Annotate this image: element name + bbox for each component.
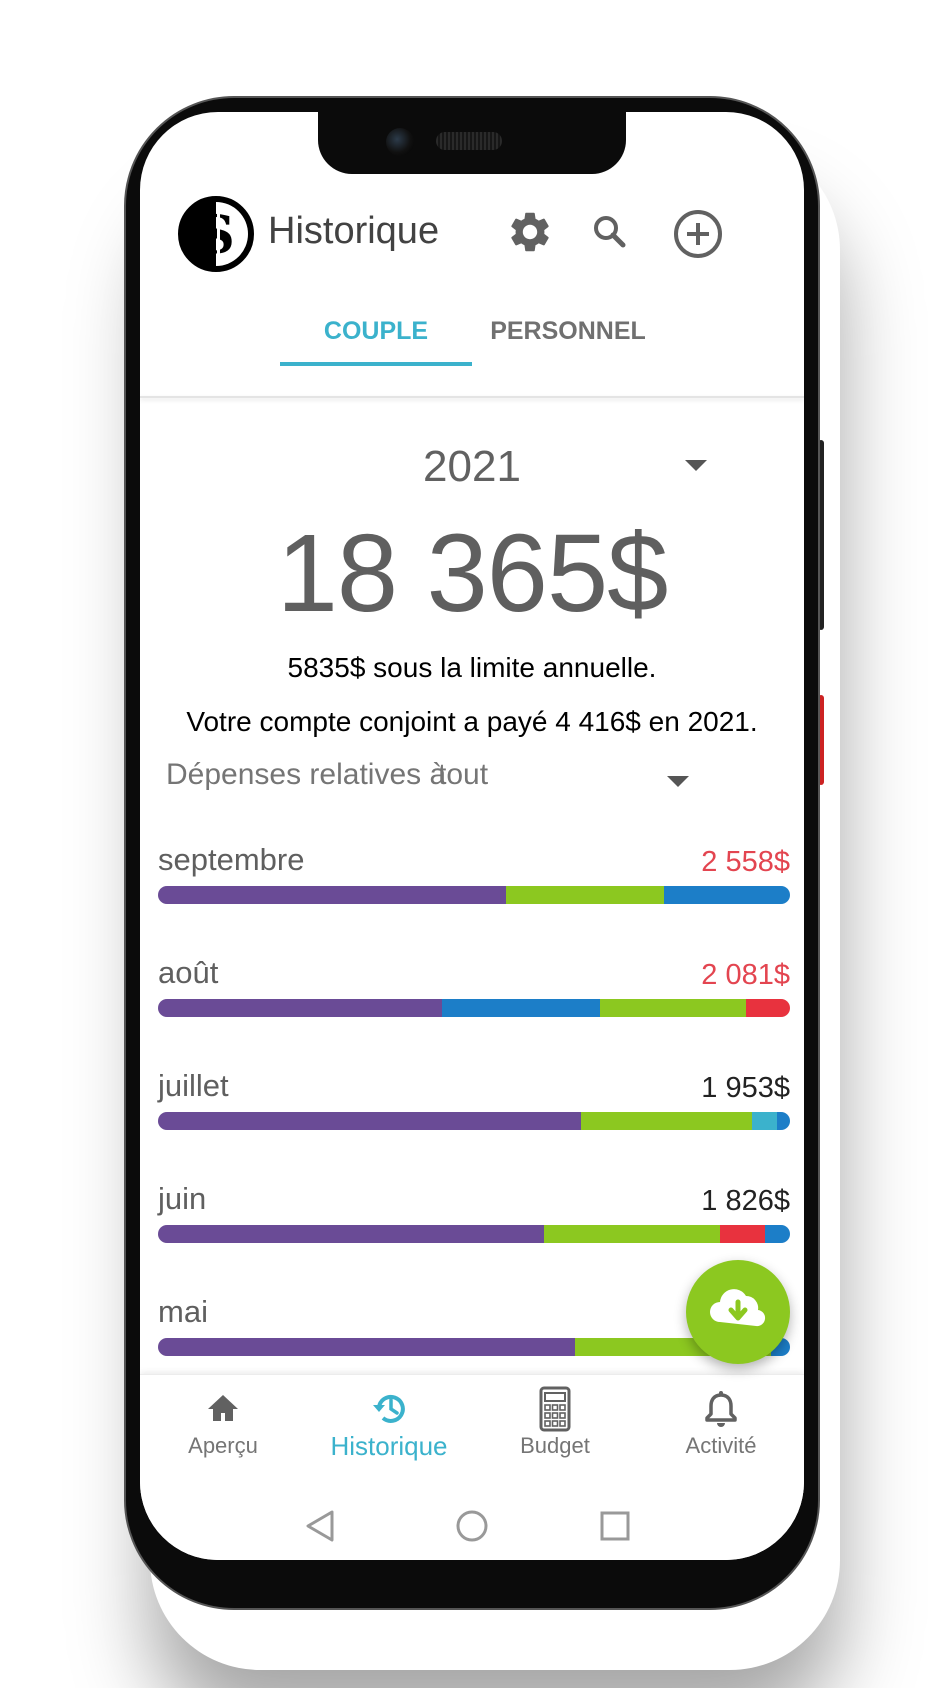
month-name: juin <box>158 1181 207 1216</box>
month-name: septembre <box>158 842 305 877</box>
joint-account-info: Votre compte conjoint a payé 4 416$ en 2… <box>186 706 758 737</box>
bar-segment <box>158 1112 582 1130</box>
month-row[interactable]: juin 1 826$ <box>158 1181 790 1261</box>
bar-segment <box>600 999 746 1017</box>
home-icon <box>208 1395 238 1421</box>
chevron-down-icon[interactable] <box>667 776 689 787</box>
gear-icon[interactable] <box>506 208 554 256</box>
nav-label: Aperçu <box>188 1433 258 1458</box>
cloud-download-icon <box>710 1289 766 1327</box>
filter-label: Dépenses relatives à <box>166 758 447 791</box>
chevron-down-icon[interactable] <box>685 460 707 471</box>
calculator-icon <box>539 1386 571 1432</box>
app-logo: S <box>178 196 254 272</box>
month-row[interactable]: août 2 081$ <box>158 955 790 1035</box>
svg-text:S: S <box>197 205 235 266</box>
bell-icon <box>705 1391 737 1427</box>
tab-personnel[interactable]: PERSONNEL <box>472 300 664 362</box>
bar-segment <box>764 1225 790 1243</box>
month-row[interactable]: juillet 1 953$ <box>158 1068 790 1148</box>
bar-segment <box>505 886 664 904</box>
system-navigation-bar <box>140 1492 804 1560</box>
bar-segment <box>581 1112 753 1130</box>
bar-segment <box>442 999 601 1017</box>
notch <box>318 112 626 174</box>
recents-icon <box>600 1511 630 1541</box>
year-total: 18 365$ <box>276 512 669 635</box>
nav-label: Historique <box>330 1431 448 1461</box>
limit-info: 5835$ sous la limite annuelle. <box>287 652 657 683</box>
bar-segment <box>777 1112 790 1130</box>
month-amount: 2 081$ <box>701 959 790 991</box>
front-camera <box>386 128 414 156</box>
bottom-navigation: Aperçu Historique Budget Activité <box>140 1374 804 1493</box>
bar-segment <box>745 999 790 1017</box>
month-bar <box>158 1112 790 1130</box>
bar-segment <box>663 886 790 904</box>
month-amount: 2 558$ <box>701 846 790 878</box>
bar-segment <box>158 886 506 904</box>
month-name: mai <box>158 1294 208 1329</box>
month-bar <box>158 999 790 1017</box>
bar-segment <box>158 1338 576 1356</box>
app-screen: S Historique COUPLE PERSONNEL 2021 18 36… <box>140 112 804 1560</box>
nav-label: Activité <box>685 1433 757 1458</box>
nav-activite[interactable]: Activité <box>638 1375 804 1493</box>
nav-label: Budget <box>520 1433 590 1458</box>
bar-segment <box>158 1225 544 1243</box>
search-icon[interactable] <box>586 208 634 256</box>
month-amount: 1 953$ <box>701 1072 790 1104</box>
month-name: juillet <box>158 1068 229 1103</box>
filter-select[interactable]: tout <box>438 758 488 792</box>
back-icon <box>306 1510 334 1542</box>
bar-segment <box>158 999 443 1017</box>
bar-segment <box>720 1225 765 1243</box>
month-amount: 1 826$ <box>701 1185 790 1217</box>
nav-apercu[interactable]: Aperçu <box>140 1375 306 1493</box>
earpiece-speaker <box>436 132 502 150</box>
month-name: août <box>158 955 219 990</box>
month-bar <box>158 886 790 904</box>
tab-couple[interactable]: COUPLE <box>280 300 472 366</box>
nav-budget[interactable]: Budget <box>472 1375 638 1493</box>
page-title: Historique <box>268 210 440 252</box>
history-icon <box>373 1394 405 1423</box>
month-bar <box>158 1225 790 1243</box>
download-fab[interactable] <box>686 1260 790 1364</box>
bar-segment <box>752 1112 778 1130</box>
add-circle-icon[interactable] <box>672 208 722 258</box>
nav-historique[interactable]: Historique <box>306 1375 472 1493</box>
tabs-divider <box>140 396 804 398</box>
bar-segment <box>543 1225 721 1243</box>
month-row[interactable]: septembre 2 558$ <box>158 842 790 922</box>
home-button-icon <box>456 1510 488 1542</box>
